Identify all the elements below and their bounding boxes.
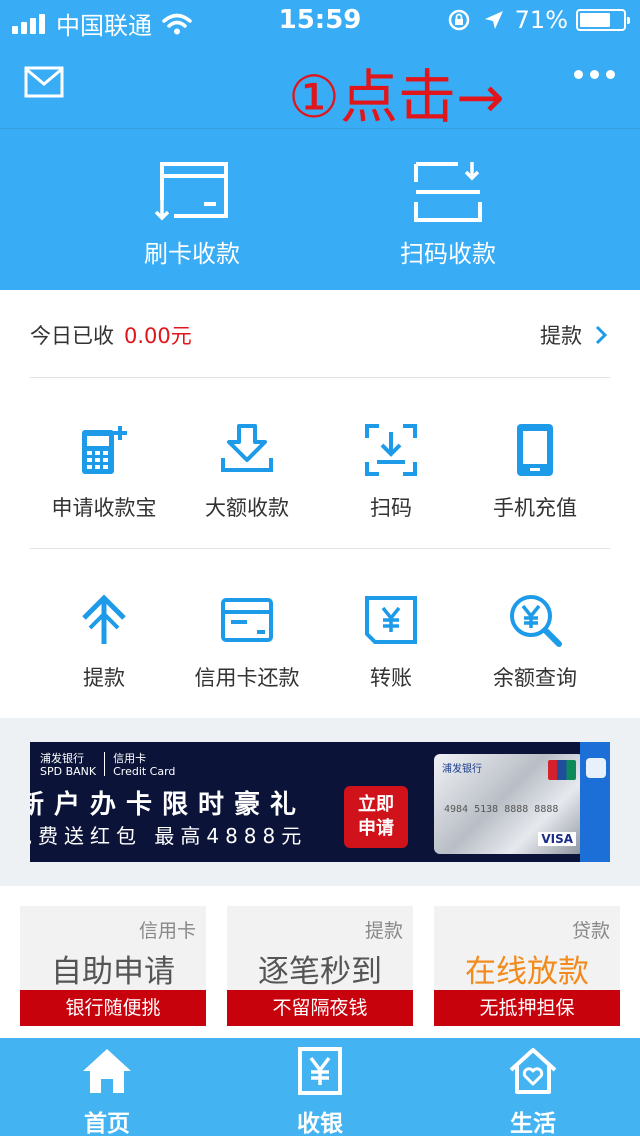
- status-bar: 中国联通 15:59 71%: [0, 0, 640, 42]
- tile-ribbon: 银行随便挑: [20, 990, 206, 1026]
- tab-home-label: 首页: [84, 1111, 130, 1136]
- card-number: 4984 5138 8888 8888: [444, 804, 559, 815]
- tile-withdraw[interactable]: 提款 逐笔秒到 不留隔夜钱: [227, 906, 413, 1026]
- mail-icon[interactable]: [24, 66, 64, 98]
- battery-percent: 71%: [514, 6, 568, 34]
- tab-home[interactable]: 首页: [32, 1046, 182, 1136]
- large-payment-label: 大额收款: [205, 496, 289, 520]
- credit-card-repay-label: 信用卡还款: [194, 666, 300, 690]
- phone-icon: [517, 424, 553, 476]
- withdraw-label: 提款: [540, 324, 582, 348]
- credit-card-image: 浦发银行 4984 5138 8888 8888 VISA: [434, 754, 584, 854]
- visa-logo: VISA: [538, 832, 576, 846]
- bank-name: 浦发银行: [40, 752, 84, 765]
- tile-ribbon: 无抵押担保: [434, 990, 620, 1026]
- service-grid-row-2: 提款 信用卡还款 转账 余额查询: [0, 592, 640, 702]
- card-swipe-icon: [154, 162, 228, 221]
- swipe-card-payment-button[interactable]: 刷卡收款: [92, 160, 292, 269]
- click-annotation: ①点击→: [288, 63, 505, 131]
- phone-topup-label: 手机充值: [493, 496, 577, 520]
- card-label: 信用卡: [113, 752, 147, 765]
- section-divider: [30, 377, 610, 378]
- scan-icon: [365, 424, 417, 476]
- tile-tag: 提款: [364, 920, 403, 942]
- credit-card-icon: [221, 598, 273, 642]
- banner-area: 浦发银行 SPD BANK 信用卡 Credit Card 新户办卡限时豪礼 免…: [0, 718, 640, 886]
- phone-topup-button[interactable]: 手机充值: [460, 422, 610, 522]
- apply-pos-button[interactable]: 申请收款宝: [29, 422, 179, 522]
- large-payment-button[interactable]: 大额收款: [172, 422, 322, 522]
- heart-house-icon: [509, 1048, 557, 1094]
- scan-code-label: 扫码收款: [400, 240, 496, 268]
- scan-frame-icon: [414, 162, 482, 222]
- promo-tiles: 信用卡 自助申请 银行随便挑 提款 逐笔秒到 不留隔夜钱 贷款 在线放款 无抵押…: [0, 886, 640, 1038]
- tile-loan[interactable]: 贷款 在线放款 无抵押担保: [434, 906, 620, 1026]
- tile-ribbon: 不留隔夜钱: [227, 990, 413, 1026]
- bank-name-en: SPD BANK: [40, 765, 97, 778]
- header-panel: 中国联通 15:59 71% ①点击→ 刷卡收款 扫码收款: [0, 0, 640, 290]
- balance-query-button[interactable]: 余额查询: [460, 592, 610, 692]
- tab-life-label: 生活: [510, 1111, 556, 1136]
- scan-button[interactable]: 扫码: [316, 422, 466, 522]
- more-menu-icon[interactable]: [574, 70, 622, 79]
- withdraw-button[interactable]: 提款: [29, 592, 179, 692]
- card-bank-name: 浦发银行: [442, 764, 482, 775]
- yen-search-icon: [510, 595, 562, 647]
- location-arrow-icon: [484, 11, 503, 29]
- balance-query-label: 余额查询: [493, 666, 577, 690]
- tile-tag: 贷款: [571, 920, 610, 942]
- chevron-right-icon: [595, 325, 608, 345]
- section-divider: [30, 548, 610, 549]
- today-section: 今日已收 0.00元 提款 申请收款宝 大额收款 扫码 手机充值 提款 信用卡还…: [0, 290, 640, 718]
- scan-label: 扫码: [370, 496, 412, 520]
- nav-bar: ①点击→: [0, 42, 640, 131]
- yen-transfer-icon: [365, 596, 417, 644]
- today-label: 今日已收: [30, 324, 114, 348]
- unionpay-logo: [548, 760, 576, 780]
- withdraw-link[interactable]: 提款: [540, 320, 610, 350]
- tab-cashier[interactable]: 收银: [245, 1046, 395, 1136]
- promo-banner[interactable]: 浦发银行 SPD BANK 信用卡 Credit Card 新户办卡限时豪礼 免…: [30, 742, 610, 862]
- transfer-button[interactable]: 转账: [316, 592, 466, 692]
- credit-card-repay-button[interactable]: 信用卡还款: [172, 592, 322, 692]
- home-icon: [83, 1049, 131, 1093]
- arrow-up-icon: [82, 594, 126, 644]
- pos-terminal-icon: [82, 426, 127, 474]
- apply-now-line2: 申请: [358, 818, 394, 839]
- tile-title: 自助申请: [51, 954, 175, 990]
- swipe-card-label: 刷卡收款: [144, 240, 240, 268]
- bank-brand: 浦发银行 SPD BANK 信用卡 Credit Card: [40, 752, 175, 778]
- scan-code-payment-button[interactable]: 扫码收款: [348, 160, 548, 269]
- battery-icon: [576, 9, 630, 31]
- cashier-yen-icon: [298, 1047, 342, 1095]
- bottom-tab-bar: 首页 收银 生活: [0, 1038, 640, 1136]
- rotation-lock-icon: [448, 9, 469, 31]
- today-received-row: 今日已收 0.00元 提款: [30, 320, 610, 350]
- next-banner-peek: [580, 742, 610, 862]
- banner-subline: 免费送红包 最高4888元: [30, 824, 308, 848]
- apply-now-line1: 立即: [358, 794, 394, 815]
- card-label-en: Credit Card: [113, 765, 176, 778]
- tile-credit-card[interactable]: 信用卡 自助申请 银行随便挑: [20, 906, 206, 1026]
- apply-now-button[interactable]: 立即 申请: [344, 786, 408, 848]
- tile-title: 在线放款: [465, 954, 589, 990]
- service-grid-row-1: 申请收款宝 大额收款 扫码 手机充值: [0, 422, 640, 532]
- header-divider: [0, 128, 640, 129]
- download-tray-icon: [221, 424, 273, 472]
- transfer-label: 转账: [370, 666, 412, 690]
- tab-life[interactable]: 生活: [458, 1046, 608, 1136]
- apply-pos-label: 申请收款宝: [51, 496, 157, 520]
- tab-cashier-label: 收银: [297, 1111, 343, 1136]
- banner-headline: 新户办卡限时豪礼: [30, 790, 307, 820]
- tile-title: 逐笔秒到: [258, 954, 382, 990]
- withdraw-grid-label: 提款: [83, 666, 125, 690]
- today-amount: 0.00元: [124, 324, 192, 348]
- tile-tag: 信用卡: [138, 920, 196, 942]
